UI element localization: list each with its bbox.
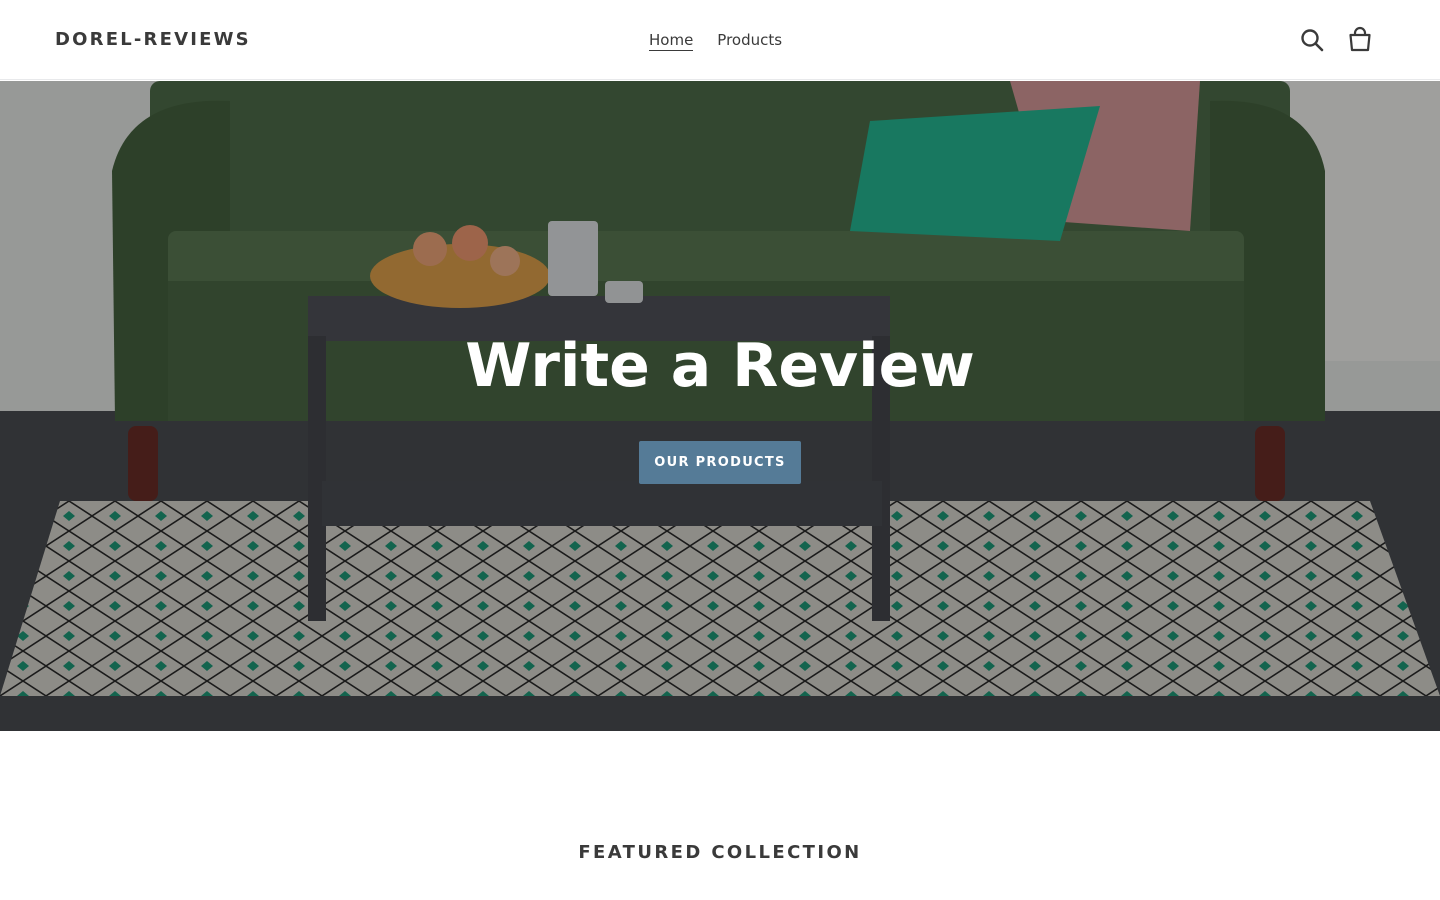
main-nav: Home Products [649,30,782,51]
hero-banner: Write a Review OUR PRODUCTS [0,81,1440,731]
nav-item-home[interactable]: Home [649,30,694,51]
featured-collection-title: FEATURED COLLECTION [578,842,862,863]
site-header: DOREL-REVIEWS Home Products [0,0,1440,80]
search-icon[interactable] [1298,26,1326,54]
nav-item-products[interactable]: Products [717,30,782,51]
hero-overlay [0,81,1440,731]
hero-title: Write a Review [465,331,975,401]
our-products-button[interactable]: OUR PRODUCTS [639,441,801,484]
site-logo[interactable]: DOREL-REVIEWS [55,29,251,51]
cart-icon[interactable] [1346,26,1374,54]
